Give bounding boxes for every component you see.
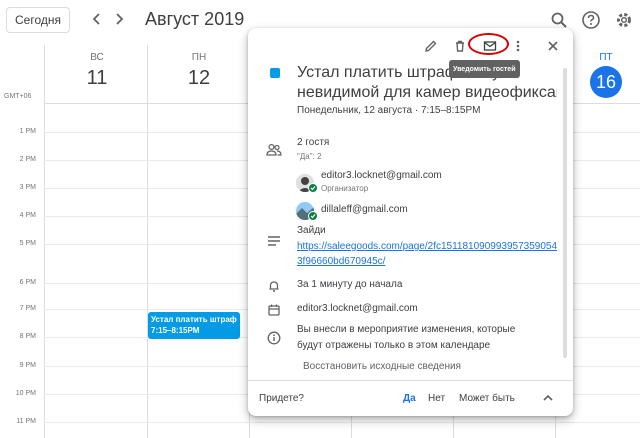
- guests-count: 2 гостя: [297, 137, 330, 148]
- event-date-time: Понедельник, 12 августа · 7:15–8:15PM: [297, 105, 481, 116]
- check-badge-icon: [308, 183, 318, 193]
- description-label: Зайди: [297, 225, 326, 236]
- hour-label: 9 PM: [19, 362, 36, 369]
- restore-original-link[interactable]: Восстановить исходные сведения: [303, 361, 461, 372]
- chevron-right-icon[interactable]: [109, 9, 129, 29]
- settings-gear-icon[interactable]: [613, 9, 635, 31]
- day-number[interactable]: 11: [47, 67, 147, 90]
- check-badge-icon: [308, 211, 318, 221]
- hour-label: 2 PM: [19, 156, 36, 163]
- more-vert-icon[interactable]: [508, 36, 528, 56]
- day-name: ВС: [90, 52, 104, 63]
- day-header-monday[interactable]: ПН 12: [149, 52, 249, 90]
- calendar-icon: [266, 302, 282, 318]
- event-color-square: [270, 68, 280, 78]
- day-number[interactable]: 12: [149, 67, 249, 90]
- hour-label: 11 PM: [16, 418, 36, 425]
- chevron-up-icon[interactable]: [540, 390, 556, 406]
- event-title-line: невидимой для камер видеофиксации: [297, 84, 557, 101]
- hour-label: 7 PM: [19, 305, 36, 312]
- guests-yes-count: "Да": 2: [297, 152, 322, 161]
- help-icon[interactable]: [580, 9, 602, 31]
- month-title: Август 2019: [145, 9, 245, 29]
- notice-line: Вы внесли в мероприятие изменения, котор…: [297, 324, 516, 335]
- notify-guests-tooltip: Уведомить гостей: [449, 60, 520, 78]
- description-lines-icon: [266, 233, 282, 249]
- notice-line: будут отражены только в этом календаре: [297, 340, 491, 351]
- event-chip-time: 7:15–8:15PM: [151, 326, 200, 335]
- mail-icon[interactable]: [480, 36, 500, 56]
- timezone-label: GMT+06: [4, 93, 32, 100]
- calendar-event-chip[interactable]: Устал платить штраф 7:15–8:15PM: [148, 312, 240, 339]
- guest-role: Организатор: [321, 184, 369, 193]
- bell-icon: [266, 278, 282, 294]
- hour-label: 10 PM: [15, 390, 36, 397]
- calendar-owner: editor3.locknet@gmail.com: [297, 303, 418, 314]
- grid-column-line: [147, 45, 148, 438]
- today-button[interactable]: Сегодня: [6, 7, 70, 33]
- chevron-left-icon[interactable]: [87, 9, 107, 29]
- pencil-icon[interactable]: [421, 36, 441, 56]
- guest-email[interactable]: dillaleff@gmail.com: [321, 204, 408, 215]
- grid-column-line: [44, 45, 45, 438]
- popup-scrollbar[interactable]: [563, 68, 567, 358]
- people-icon: [266, 142, 282, 158]
- hour-label: 1 PM: [19, 128, 36, 135]
- event-chip-title: Устал платить штраф: [151, 315, 237, 324]
- trash-icon[interactable]: [450, 36, 470, 56]
- hour-label: 4 PM: [19, 212, 36, 219]
- description-link[interactable]: https://saleegoods.com/page/2fc151181090…: [297, 239, 562, 269]
- hour-label: 6 PM: [19, 279, 36, 286]
- day-name: ПН: [191, 52, 207, 63]
- hour-label: 5 PM: [19, 240, 36, 247]
- close-icon[interactable]: [543, 36, 563, 56]
- hour-label: 8 PM: [19, 333, 36, 340]
- rsvp-question: Придете?: [259, 393, 304, 404]
- rsvp-footer: Придете? Да Нет Может быть: [248, 380, 573, 416]
- hour-label: 3 PM: [19, 184, 36, 191]
- reminder-text: За 1 минуту до начала: [297, 279, 403, 290]
- guest-email[interactable]: editor3.locknet@gmail.com: [321, 170, 442, 181]
- event-details-popup: Устал платить штрафы? Купи невидимой для…: [248, 28, 573, 416]
- info-icon: [266, 330, 282, 346]
- rsvp-no-button[interactable]: Нет: [428, 393, 445, 404]
- day-header-sunday[interactable]: ВС 11: [47, 52, 147, 90]
- today-day-number[interactable]: 16: [590, 66, 622, 98]
- rsvp-yes-button[interactable]: Да: [403, 393, 416, 404]
- hour-line: [44, 422, 640, 423]
- rsvp-maybe-button[interactable]: Может быть: [459, 393, 515, 404]
